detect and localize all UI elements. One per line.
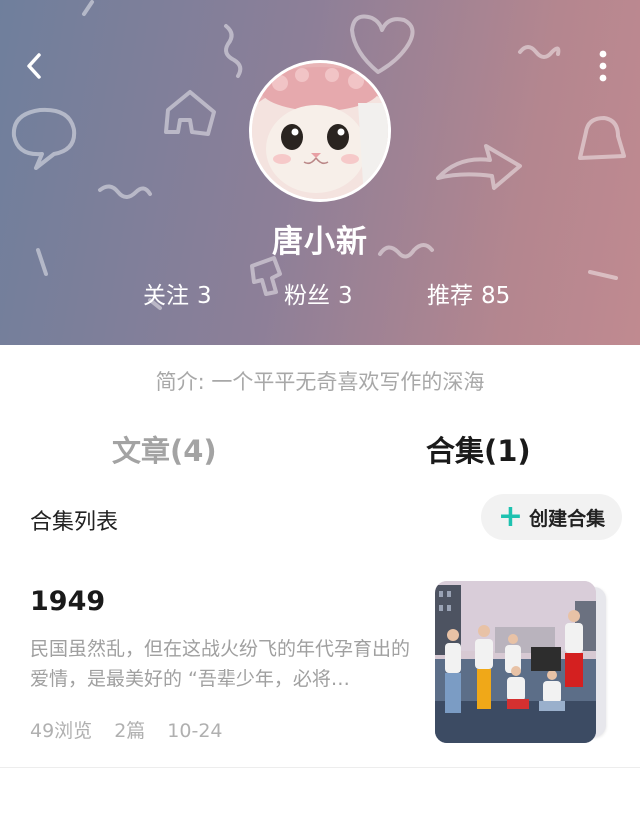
stat-following-label: 关注 bbox=[143, 283, 189, 309]
stat-followers[interactable]: 粉丝 3 bbox=[284, 276, 353, 310]
more-vertical-icon bbox=[599, 50, 607, 82]
create-collection-button[interactable]: + 创建合集 bbox=[481, 494, 622, 540]
collection-list-title: 合集列表 bbox=[30, 510, 119, 535]
stat-recommend-value: 85 bbox=[481, 283, 511, 309]
profile-bio: 简介: 一个平平无奇喜欢写作的深海 bbox=[155, 370, 485, 394]
profile-stats: 关注 3 粉丝 3 推荐 85 bbox=[0, 276, 640, 310]
username: 唐小新 bbox=[272, 224, 368, 260]
stat-recommend-label: 推荐 bbox=[427, 283, 473, 309]
cat-avatar-image bbox=[252, 63, 388, 199]
tab-collections[interactable]: 合集(1) bbox=[426, 428, 531, 470]
collection-card[interactable]: 1949 民国虽然乱，但在这战火纷飞的年代孕育出的爱情，是最美好的 “吾辈少年，… bbox=[0, 570, 640, 768]
collection-meta: 49浏览 2篇 10-24 bbox=[30, 716, 245, 743]
collection-date: 10-24 bbox=[167, 720, 223, 742]
collection-title: 1949 bbox=[30, 586, 106, 617]
create-collection-label: 创建合集 bbox=[529, 507, 606, 530]
back-arrow-icon bbox=[27, 53, 41, 79]
stat-followers-value: 3 bbox=[338, 283, 353, 309]
plus-icon: + bbox=[497, 499, 524, 534]
profile-header: 唐小新 关注 3 粉丝 3 推荐 85 bbox=[0, 0, 640, 345]
collection-cover-image bbox=[435, 581, 596, 743]
collection-count: 2篇 bbox=[114, 720, 146, 742]
list-divider bbox=[0, 767, 640, 768]
tab-articles[interactable]: 文章(4) bbox=[112, 428, 217, 470]
stat-following[interactable]: 关注 3 bbox=[143, 276, 212, 310]
collection-views: 49浏览 bbox=[30, 720, 93, 742]
more-options-button[interactable] bbox=[588, 46, 618, 86]
back-button[interactable] bbox=[16, 46, 52, 86]
group-photo-image bbox=[435, 581, 596, 743]
stat-recommend[interactable]: 推荐 85 bbox=[427, 276, 510, 310]
stat-followers-label: 粉丝 bbox=[284, 283, 330, 309]
avatar[interactable] bbox=[249, 60, 391, 202]
stat-following-value: 3 bbox=[197, 283, 212, 309]
collection-description: 民国虽然乱，但在这战火纷飞的年代孕育出的爱情，是最美好的 “吾辈少年，必将… bbox=[30, 638, 411, 690]
